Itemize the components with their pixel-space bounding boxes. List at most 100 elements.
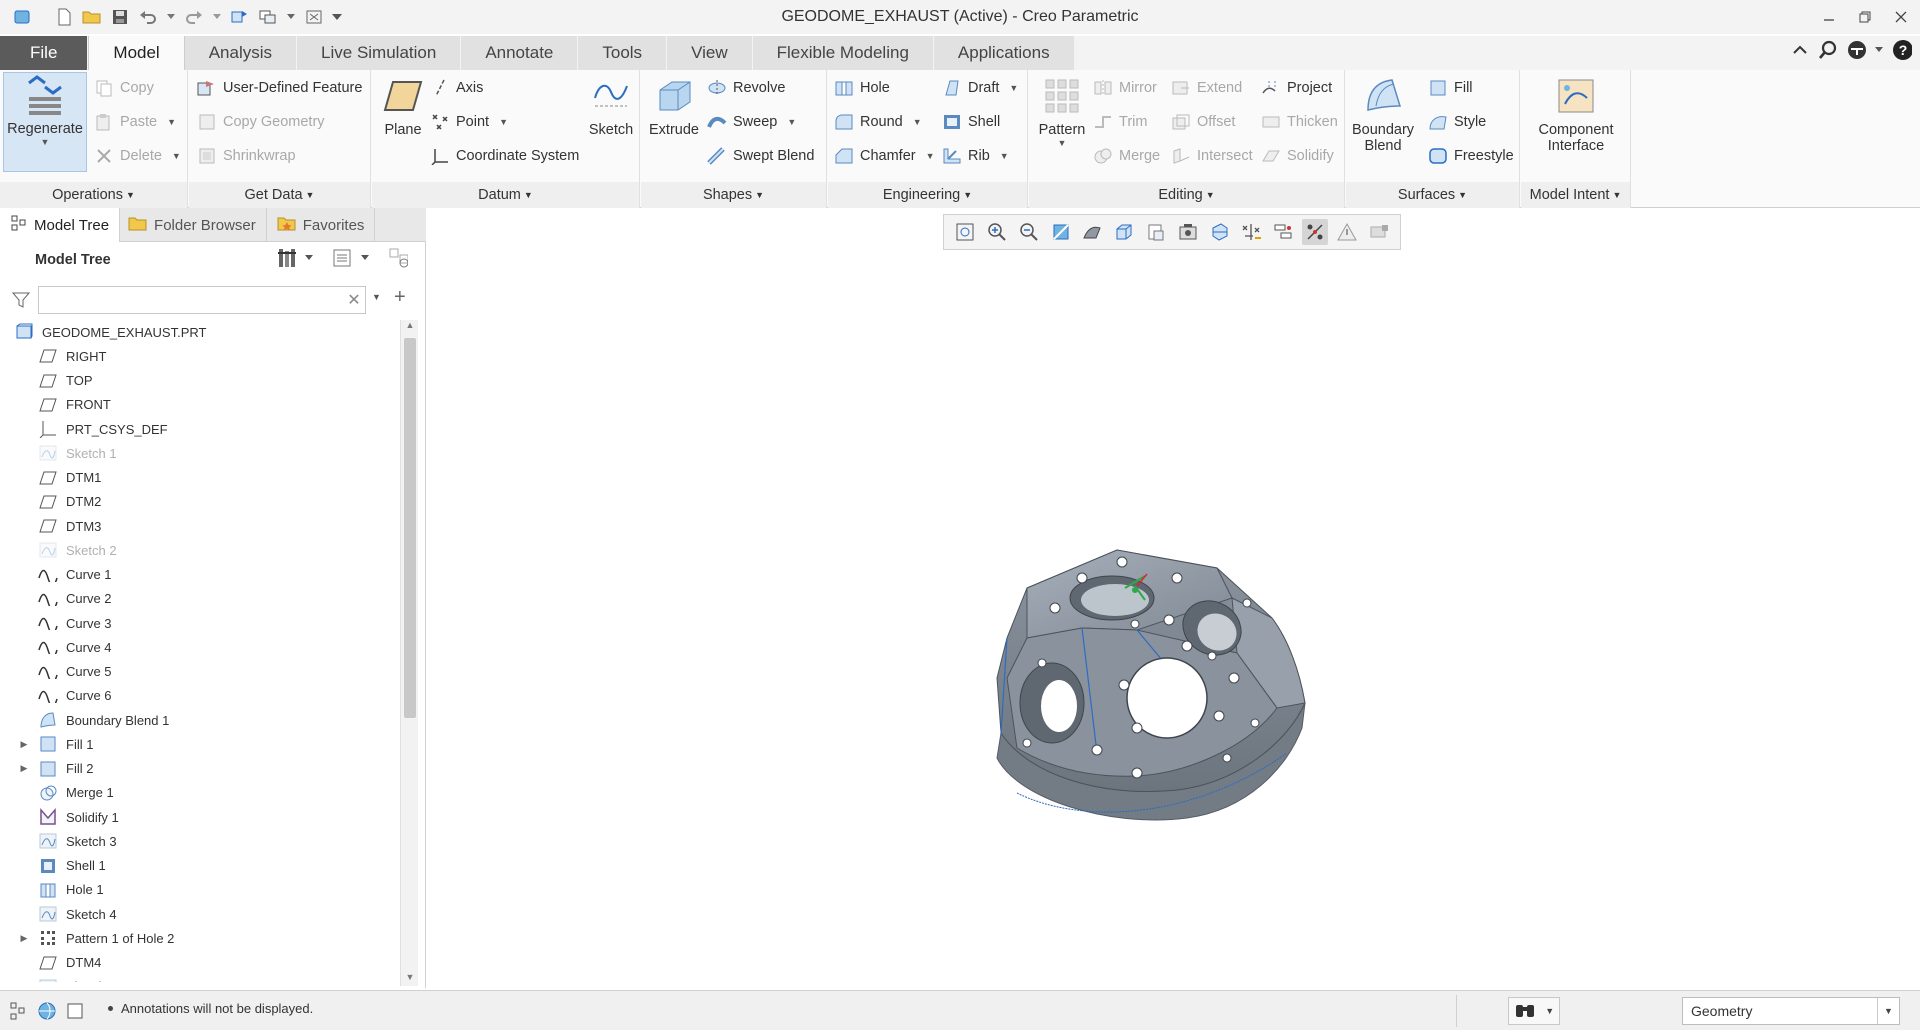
tree-item[interactable]: Shell 1	[18, 854, 106, 878]
sweep-button[interactable]: Sweep ▼	[707, 109, 796, 135]
extend-button[interactable]: Extend	[1171, 75, 1242, 101]
saved-orientations-icon[interactable]	[1111, 219, 1137, 245]
revolve-button[interactable]: Revolve	[707, 75, 785, 101]
tree-item[interactable]: Curve 3	[18, 611, 112, 635]
expand-arrow-icon[interactable]: ▶	[18, 763, 30, 774]
tab-favorites[interactable]: Favorites	[267, 208, 376, 242]
annotation-display-icon[interactable]	[1302, 219, 1329, 245]
tree-item[interactable]: GEODOME_EXHAUST.PRT	[16, 320, 206, 344]
tree-item[interactable]: Merge 1	[18, 781, 114, 805]
restore-icon[interactable]	[1854, 6, 1876, 28]
regenerate-small-icon[interactable]	[230, 7, 250, 27]
toggle-browser-icon[interactable]	[36, 999, 58, 1023]
copy-button[interactable]: Copy	[94, 75, 154, 101]
annotation-orient-icon[interactable]	[1334, 219, 1360, 245]
coordinate-system-button[interactable]: Coordinate System	[430, 143, 579, 169]
tree-item[interactable]: DTM2	[18, 490, 101, 514]
add-filter-icon[interactable]: +	[394, 286, 406, 309]
tree-item[interactable]: ▶ Fill 1	[18, 732, 93, 756]
tree-item[interactable]: Sketch 4	[18, 902, 117, 926]
tree-item[interactable]: Curve 5	[18, 660, 112, 684]
tree-item[interactable]: PRT_CSYS_DEF	[18, 417, 168, 441]
rib-dropdown-icon[interactable]: ▼	[1000, 151, 1009, 161]
tab-model-tree[interactable]: Model Tree	[0, 208, 121, 242]
appearance-icon[interactable]	[1366, 219, 1392, 245]
scroll-down-icon[interactable]: ▼	[401, 972, 419, 986]
redo-icon[interactable]	[184, 7, 204, 27]
find-button[interactable]: ▼	[1508, 997, 1560, 1025]
freestyle-button[interactable]: Freestyle	[1428, 143, 1514, 169]
show-columns-icon[interactable]	[332, 248, 352, 268]
tree-filter-settings-icon[interactable]	[388, 248, 408, 268]
tree-item[interactable]: Curve 1	[18, 563, 112, 587]
section-icon[interactable]	[1207, 219, 1233, 245]
help-icon[interactable]: ?	[1892, 40, 1912, 60]
extrude-button[interactable]: Extrude	[645, 74, 703, 138]
copy-geometry-button[interactable]: Copy Geometry	[197, 109, 325, 135]
intersect-button[interactable]: Intersect	[1171, 143, 1253, 169]
tree-item[interactable]: DTM4	[18, 951, 101, 975]
minimize-ribbon-icon[interactable]	[1790, 40, 1810, 60]
toggle-full-screen-icon[interactable]	[64, 999, 86, 1023]
tree-item[interactable]: DTM3	[18, 514, 101, 538]
view-manager-icon[interactable]	[1143, 219, 1169, 245]
tree-item[interactable]: RIGHT	[18, 344, 106, 368]
settings-dropdown-icon[interactable]	[1874, 40, 1884, 60]
tree-item[interactable]: FRONT	[18, 393, 111, 417]
sweep-dropdown-icon[interactable]: ▼	[787, 117, 796, 127]
tab-tools[interactable]: Tools	[578, 36, 668, 70]
mirror-button[interactable]: Mirror	[1093, 75, 1157, 101]
trim-button[interactable]: Trim	[1093, 109, 1147, 135]
tree-item[interactable]: DTM1	[18, 466, 101, 490]
point-dropdown-icon[interactable]: ▼	[499, 117, 508, 127]
open-folder-icon[interactable]	[82, 7, 102, 27]
scroll-up-icon[interactable]: ▲	[401, 320, 419, 334]
tree-item[interactable]: Sketch 3	[18, 829, 117, 853]
filter-icon[interactable]	[11, 291, 31, 312]
shapes-group-label[interactable]: Shapes ▼	[641, 182, 826, 208]
tree-settings-dropdown-icon[interactable]	[304, 248, 314, 268]
spin-center-icon[interactable]	[1271, 219, 1297, 245]
zoom-out-icon[interactable]	[1016, 219, 1042, 245]
new-file-icon[interactable]	[54, 7, 74, 27]
repaint-icon[interactable]	[1048, 219, 1074, 245]
app-icon[interactable]	[12, 7, 32, 27]
style-button[interactable]: Style	[1428, 109, 1486, 135]
draft-button[interactable]: Draft ▼	[942, 75, 1018, 101]
plane-button[interactable]: Plane	[376, 74, 430, 138]
datum-group-label[interactable]: Datum ▼	[372, 182, 639, 208]
regenerate-dropdown-icon[interactable]: ▼	[4, 137, 86, 147]
project-button[interactable]: Project	[1261, 75, 1332, 101]
tab-flexible-modeling[interactable]: Flexible Modeling	[752, 36, 934, 70]
close-window-icon[interactable]	[304, 7, 324, 27]
scrollbar-thumb[interactable]	[404, 338, 416, 718]
close-icon[interactable]	[1890, 6, 1912, 28]
surfaces-group-label[interactable]: Surfaces ▼	[1346, 182, 1519, 208]
perspective-view-icon[interactable]	[1175, 219, 1201, 245]
fill-button[interactable]: Fill	[1428, 75, 1473, 101]
selection-filter-dropdown-icon[interactable]: ▼	[1877, 998, 1899, 1024]
clear-search-icon[interactable]: ✕	[346, 290, 362, 310]
pattern-button[interactable]: Pattern ▼	[1033, 74, 1091, 148]
paste-button[interactable]: Paste ▼	[94, 109, 176, 135]
round-button[interactable]: Round ▼	[834, 109, 922, 135]
regenerate-button[interactable]: Regenerate ▼	[3, 72, 87, 172]
tab-view[interactable]: View	[667, 36, 753, 70]
pattern-dropdown-icon[interactable]: ▼	[1033, 138, 1091, 148]
shrinkwrap-button[interactable]: Shrinkwrap	[197, 143, 296, 169]
toggle-navigator-icon[interactable]	[8, 999, 30, 1023]
user-defined-feature-button[interactable]: User-Defined Feature	[197, 75, 362, 101]
tab-model[interactable]: Model	[88, 36, 185, 70]
graphics-window[interactable]	[427, 208, 1920, 988]
show-columns-dropdown-icon[interactable]	[360, 248, 370, 268]
tab-analysis[interactable]: Analysis	[184, 36, 298, 70]
swept-blend-button[interactable]: Swept Blend	[707, 143, 814, 169]
tree-item[interactable]: Sketch 1	[18, 441, 117, 465]
shell-button[interactable]: Shell	[942, 109, 1000, 135]
geodome-exhaust-3d-model[interactable]	[987, 528, 1327, 831]
hole-button[interactable]: Hole	[834, 75, 890, 101]
selection-filter-select[interactable]: Geometry ▼	[1682, 997, 1900, 1025]
search-icon[interactable]	[1818, 40, 1838, 60]
customize-qat-icon[interactable]	[332, 7, 342, 27]
tree-scrollbar[interactable]: ▲ ▼	[400, 320, 418, 986]
